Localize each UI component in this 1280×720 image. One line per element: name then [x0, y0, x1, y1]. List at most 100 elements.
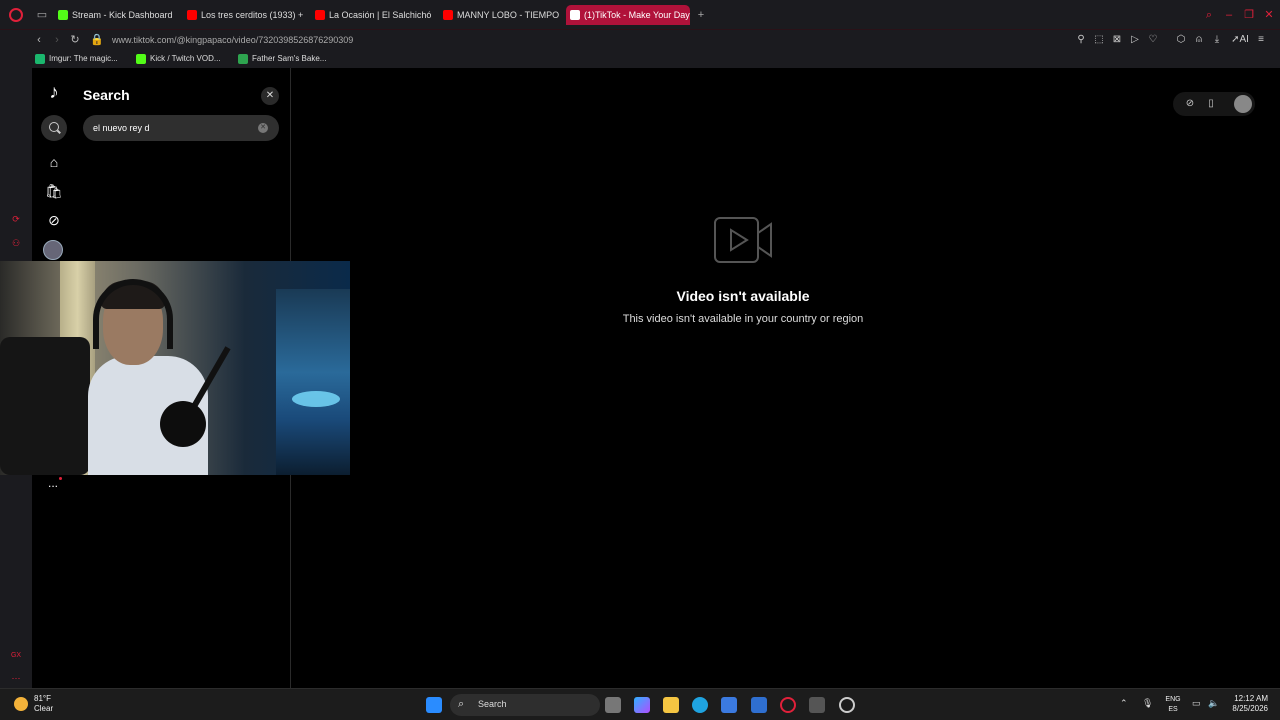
search-icon[interactable] — [41, 115, 67, 141]
webcam-microphone — [160, 401, 206, 447]
tiktok-favicon-icon — [570, 10, 580, 20]
notification-dot — [59, 477, 62, 480]
compass-icon[interactable]: ⊘ — [1183, 97, 1197, 111]
account-icon[interactable]: ⍝ — [1192, 33, 1206, 47]
windows-taskbar: 81°F Clear ⌕ Search ⌃ 🎙 ENG ES ▭ 🔈 12:12… — [0, 688, 1280, 720]
bookmarks-bar: Imgur: The magic... Kick / Twitch VOD...… — [0, 50, 1280, 68]
tab-kick-dashboard[interactable]: Stream - Kick Dashboard — [54, 5, 180, 25]
webcam-chair — [0, 337, 90, 475]
user-avatar[interactable] — [1234, 95, 1252, 113]
unavailable-subtitle: This video isn't available in your count… — [622, 313, 864, 325]
close-window-icon[interactable]: ✕ — [1262, 8, 1276, 22]
top-right-tools: ⊘ ▯ — [1173, 92, 1255, 116]
webcam-overlay — [0, 261, 350, 475]
url-field[interactable]: www.tiktok.com/@kingpapaco/video/7320398… — [112, 33, 353, 47]
outlook-icon[interactable] — [751, 697, 767, 713]
volume-icon[interactable]: 🔈 — [1208, 698, 1219, 709]
weather-moon-icon[interactable] — [14, 697, 28, 711]
clock[interactable]: 12:12 AM 8/25/2026 — [1226, 694, 1268, 714]
gx-label[interactable]: GX — [9, 649, 23, 663]
search-panel-title: Search — [83, 87, 130, 103]
adblock-icon[interactable]: ⊠ — [1110, 33, 1124, 47]
minimize-icon[interactable]: – — [1222, 8, 1236, 22]
task-view-icon[interactable] — [605, 697, 621, 713]
settings-app-icon[interactable] — [809, 697, 825, 713]
tab-islands-icon[interactable]: ▭ — [35, 8, 49, 22]
store-icon[interactable] — [721, 697, 737, 713]
edge-icon[interactable] — [692, 697, 708, 713]
bookmark-father-sams[interactable]: Father Sam's Bake... — [238, 52, 326, 66]
tab-manny-lobo[interactable]: MANNY LOBO - TIEMPOS — [439, 5, 559, 25]
tab-label: Stream - Kick Dashboard — [72, 10, 173, 20]
forward-icon[interactable]: › — [50, 33, 64, 47]
tab-label: MANNY LOBO - TIEMPOS — [457, 10, 559, 20]
bookmark-label: Kick / Twitch VOD... — [150, 54, 221, 63]
back-icon[interactable]: ‹ — [32, 33, 46, 47]
bookmark-label: Father Sam's Bake... — [252, 54, 327, 63]
menu-icon[interactable]: ≡ — [1254, 33, 1268, 47]
tab-los-tres-cerditos[interactable]: Los tres cerditos (1933) + L — [183, 5, 303, 25]
more-menu-icon[interactable]: ... — [48, 476, 58, 490]
taskbar-search-label: Search — [478, 699, 507, 709]
ai-label: AI — [1239, 34, 1249, 45]
weather-desc: Clear — [34, 704, 54, 713]
youtube-favicon-icon — [443, 10, 453, 20]
shop-icon[interactable]: 🛍 — [45, 182, 63, 200]
tab-la-ocasion[interactable]: La Ocasión | El Salchichón — [311, 5, 431, 25]
youtube-favicon-icon — [315, 10, 325, 20]
search-input[interactable] — [93, 120, 253, 136]
start-icon[interactable] — [426, 697, 442, 713]
microphone-icon[interactable]: 🎙 — [1142, 698, 1153, 709]
download-icon[interactable]: ⤓ — [1210, 33, 1224, 47]
tray-overflow-icon[interactable]: ⌃ — [1120, 698, 1128, 709]
video-unavailable-icon — [714, 217, 772, 263]
clock-time: 12:12 AM — [1234, 694, 1268, 703]
taskbar-search[interactable]: ⌕ Search — [450, 694, 600, 716]
pin-icon[interactable]: ⚲ — [1074, 33, 1088, 47]
network-icon[interactable]: ▭ — [1192, 698, 1201, 709]
mobile-icon[interactable]: ▯ — [1204, 97, 1218, 111]
extensions-icon[interactable]: ⬡ — [1174, 33, 1188, 47]
unavailable-title: Video isn't available — [676, 288, 810, 304]
gx-cleaner-icon[interactable]: ⚇ — [9, 236, 23, 250]
lock-icon[interactable]: 🔒 — [90, 33, 104, 47]
clear-search-icon[interactable]: ✕ — [258, 123, 268, 133]
file-explorer-icon[interactable] — [663, 697, 679, 713]
webcam-pc-case — [276, 289, 350, 475]
ai-button[interactable]: ➚AI — [1228, 33, 1252, 47]
bakery-favicon-icon — [238, 54, 248, 64]
bookmark-imgur[interactable]: Imgur: The magic... — [35, 52, 118, 66]
search-box[interactable]: ✕ — [83, 115, 279, 141]
rail-more-icon[interactable]: ⋯ — [9, 671, 23, 685]
gx-control-icon[interactable]: ⟳ — [9, 212, 23, 226]
search-tabs-icon[interactable]: ⌕ — [1202, 8, 1216, 22]
profile-avatar[interactable] — [43, 240, 63, 260]
reload-icon[interactable]: ↻ — [68, 33, 82, 47]
close-search-button[interactable]: ✕ — [261, 87, 279, 105]
opera-gx-taskbar-icon[interactable] — [780, 697, 796, 713]
taskbar-search-icon: ⌕ — [458, 698, 465, 710]
webcam-pc-glow — [292, 391, 340, 407]
maximize-icon[interactable]: ❐ — [1242, 8, 1256, 22]
tab-label: (1)TikTok - Make Your Day — [584, 10, 690, 20]
tab-label: Los tres cerditos (1933) + L — [201, 10, 303, 20]
tab-tiktok[interactable]: (1)TikTok - Make Your Day — [566, 5, 690, 25]
heart-icon[interactable]: ♡ — [1146, 33, 1160, 47]
imgur-favicon-icon — [35, 54, 45, 64]
clock-date: 8/25/2026 — [1232, 704, 1268, 713]
copilot-icon[interactable] — [634, 697, 650, 713]
tab-label: La Ocasión | El Salchichón — [329, 10, 431, 20]
player-icon[interactable]: ▷ — [1128, 33, 1142, 47]
opera-logo-icon[interactable] — [9, 8, 23, 22]
new-tab-button[interactable]: + — [694, 8, 708, 22]
kick-favicon-icon — [136, 54, 146, 64]
language-indicator[interactable]: ENG ES — [1165, 695, 1181, 715]
webcam-headset — [93, 279, 173, 349]
bookmark-kick-twitch[interactable]: Kick / Twitch VOD... — [136, 52, 221, 66]
explore-icon[interactable]: ⊘ — [45, 211, 63, 229]
home-icon[interactable]: ⌂ — [45, 153, 63, 171]
tiktok-logo-icon[interactable]: ♪ — [44, 82, 64, 104]
weather-widget[interactable]: 81°F Clear — [34, 694, 53, 714]
obs-icon[interactable] — [839, 697, 855, 713]
snapshot-icon[interactable]: ⬚ — [1092, 33, 1106, 47]
